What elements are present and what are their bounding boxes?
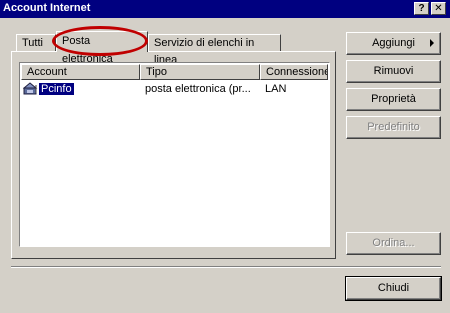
window-title: Account Internet	[3, 2, 91, 14]
order-button-label: Ordina...	[372, 237, 415, 249]
add-button[interactable]: Aggiungi	[346, 32, 441, 55]
column-header-connessione[interactable]: Connessione	[260, 64, 328, 80]
tab-tutti[interactable]: Tutti	[16, 34, 56, 52]
mail-account-icon	[23, 81, 39, 97]
account-list[interactable]: Account Tipo Connessione Pcinfo posta el…	[19, 62, 330, 247]
remove-button-label: Rimuovi	[373, 65, 414, 77]
remove-button[interactable]: Rimuovi	[346, 60, 441, 83]
arrow-right-icon	[430, 39, 434, 47]
properties-button[interactable]: Proprietà	[346, 88, 441, 111]
separator	[11, 266, 441, 268]
set-default-button-label: Predefinito	[367, 121, 420, 133]
properties-button-label: Proprietà	[371, 93, 416, 105]
account-type: posta elettronica (pr...	[145, 83, 251, 95]
account-connection: LAN	[265, 83, 287, 95]
order-button[interactable]: Ordina...	[346, 232, 441, 255]
close-button[interactable]: Chiudi	[345, 276, 442, 301]
close-window-button[interactable]: ✕	[431, 2, 446, 15]
close-button-label: Chiudi	[377, 282, 410, 294]
column-header-account[interactable]: Account	[21, 64, 140, 80]
account-name: Pcinfo	[39, 82, 74, 96]
tab-label: Posta elettronica	[62, 35, 113, 65]
account-internet-dialog: Account Internet ? ✕ Tutti Posta elettro…	[0, 0, 450, 313]
table-row[interactable]: Pcinfo posta elettronica (pr... LAN	[21, 81, 328, 97]
help-button[interactable]: ?	[414, 2, 429, 15]
add-button-label: Aggiungi	[372, 37, 415, 49]
tab-label: Tutti	[22, 37, 43, 49]
set-default-button[interactable]: Predefinito	[346, 116, 441, 139]
tab-servizio-elenchi[interactable]: Servizio di elenchi in linea	[148, 34, 281, 66]
title-bar: Account Internet ? ✕	[0, 0, 450, 18]
tab-posta-elettronica[interactable]: Posta elettronica	[56, 31, 148, 65]
column-header-tipo[interactable]: Tipo	[140, 64, 260, 80]
